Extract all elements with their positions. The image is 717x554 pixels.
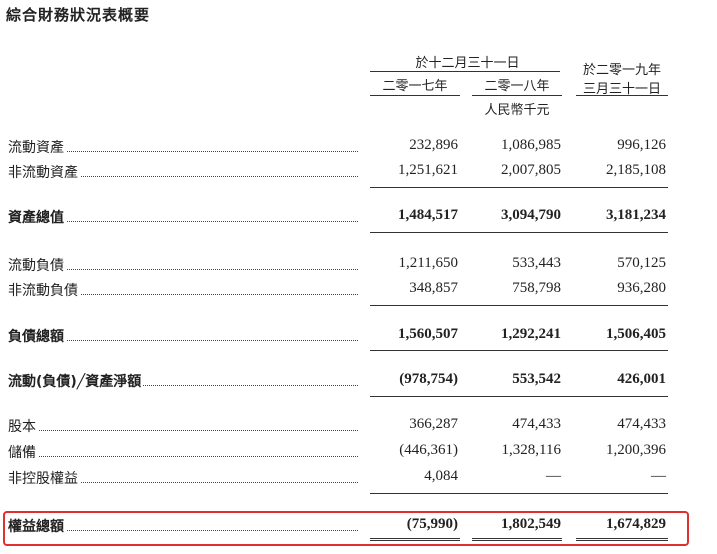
table-row: 非流動資產 1,251,621 2,007,805 2,185,108 <box>8 162 668 184</box>
cell-2018: 758,798 <box>512 280 561 296</box>
table-row: 儲備 (446,361) 1,328,116 1,200,396 <box>8 442 668 464</box>
cell-2018: 553,542 <box>512 371 561 387</box>
header-col-2019-line1: 於二零一九年 <box>582 63 661 78</box>
cell-2017: 1,211,650 <box>398 255 458 271</box>
header-col-2019-rule <box>576 95 668 96</box>
table-row: 資產總值 1,484,517 3,094,790 3,181,234 <box>8 207 668 229</box>
table-row: 流動(負債)╱資產淨額 (978,754) 553,542 426,001 <box>8 371 668 393</box>
header-unit: 人民幣千元 <box>484 103 550 118</box>
table-row: 非流動負債 348,857 758,798 936,280 <box>8 280 668 302</box>
total-rule <box>370 232 668 233</box>
row-label: 流動(負債)╱資產淨額 <box>8 371 358 391</box>
cell-2019: 570,125 <box>617 255 666 271</box>
header-col-2017: 二零一七年 <box>382 79 448 94</box>
header-group-rule <box>370 71 560 72</box>
cell-2019: 426,001 <box>617 371 666 387</box>
row-label: 流動負債 <box>8 255 358 275</box>
cell-2018: 2,007,805 <box>501 162 561 178</box>
table-row: 非控股權益 4,084 — — <box>8 468 668 490</box>
row-label: 非流動負債 <box>8 280 358 300</box>
cell-2019: — <box>651 468 666 484</box>
cell-2018: 474,433 <box>512 416 561 432</box>
cell-2017: 1,560,507 <box>398 326 458 342</box>
total-rule <box>370 396 668 397</box>
cell-2017: (978,754) <box>399 371 458 387</box>
row-label: 非流動資產 <box>8 162 358 182</box>
subtotal-rule <box>370 493 668 494</box>
cell-2017: (446,361) <box>399 442 458 458</box>
cell-2017: 4,084 <box>424 468 458 484</box>
header-col-2017-rule <box>370 95 460 96</box>
cell-2017: 348,857 <box>409 280 458 296</box>
cell-2019: 936,280 <box>617 280 666 296</box>
cell-2018: 1,292,241 <box>501 326 561 342</box>
cell-2019: 1,200,396 <box>606 442 666 458</box>
cell-2019: 1,506,405 <box>606 326 666 342</box>
cell-2018: 3,094,790 <box>501 207 561 223</box>
page-title: 綜合財務狀況表概要 <box>6 6 151 24</box>
header-col-2018-rule <box>472 95 562 96</box>
table-row: 流動負債 1,211,650 533,443 570,125 <box>8 255 668 277</box>
row-label: 股本 <box>8 416 358 436</box>
cell-2018: 1,086,985 <box>501 137 561 153</box>
cell-2017: 1,251,621 <box>398 162 458 178</box>
row-label: 資產總值 <box>8 207 358 227</box>
header-group-label: 於十二月三十一日 <box>415 56 520 71</box>
cell-2017: 1,484,517 <box>398 207 458 223</box>
cell-2019: 3,181,234 <box>606 207 666 223</box>
row-label: 負債總額 <box>8 326 358 346</box>
cell-2017: 232,896 <box>409 137 458 153</box>
subtotal-rule <box>370 187 668 188</box>
cell-2018: 533,443 <box>512 255 561 271</box>
row-label: 非控股權益 <box>8 468 358 488</box>
table-row: 負債總額 1,560,507 1,292,241 1,506,405 <box>8 326 668 348</box>
cell-2019: 996,126 <box>617 137 666 153</box>
cell-2018: — <box>546 468 561 484</box>
subtotal-rule <box>370 305 668 306</box>
cell-2017: 366,287 <box>409 416 458 432</box>
row-label: 儲備 <box>8 442 358 462</box>
highlight-box <box>3 511 689 546</box>
header-col-2018: 二零一八年 <box>484 79 550 94</box>
cell-2018: 1,328,116 <box>501 442 561 458</box>
row-label: 流動資產 <box>8 137 358 157</box>
table-row: 流動資產 232,896 1,086,985 996,126 <box>8 137 668 159</box>
table-row: 股本 366,287 474,433 474,433 <box>8 416 668 438</box>
cell-2019: 2,185,108 <box>606 162 666 178</box>
total-rule <box>370 350 668 351</box>
cell-2019: 474,433 <box>617 416 666 432</box>
